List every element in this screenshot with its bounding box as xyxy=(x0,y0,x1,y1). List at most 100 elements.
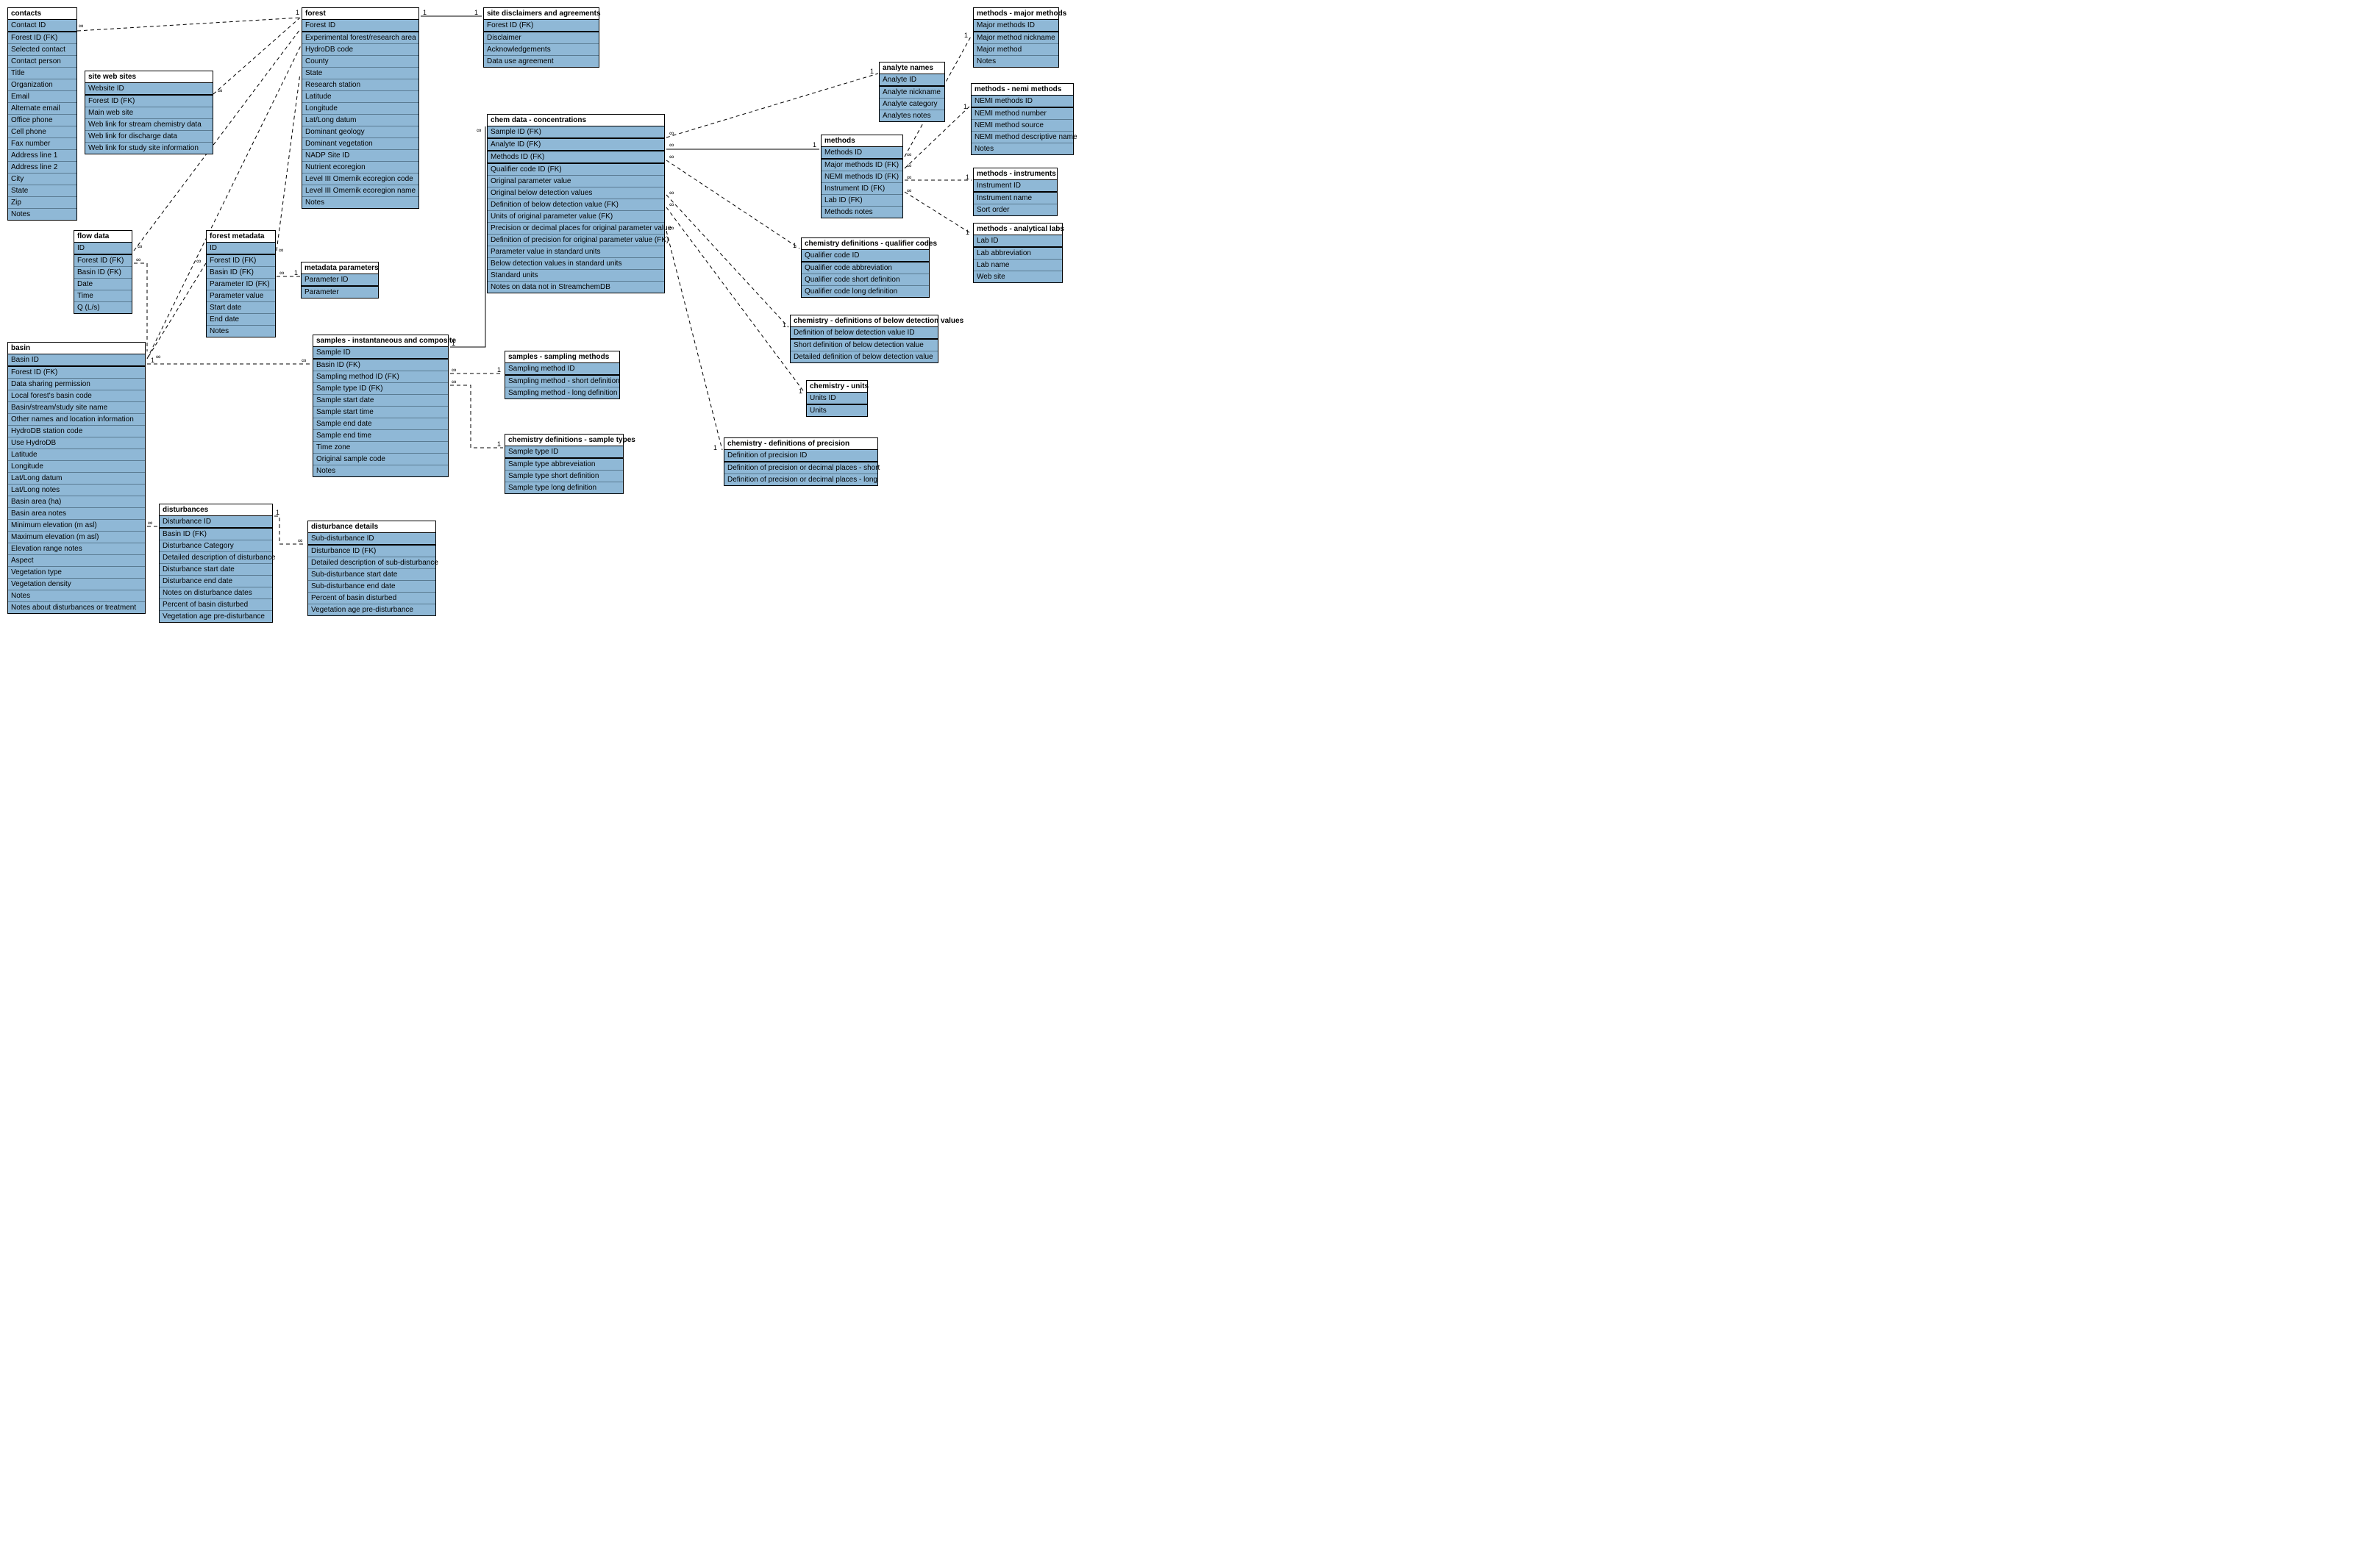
entity-title: forest metadata xyxy=(207,231,275,243)
cardinality-label: ∞ xyxy=(907,162,911,169)
entity-field: Elevation range notes xyxy=(8,543,145,555)
cardinality-label: ∞ xyxy=(669,201,674,208)
entity-field: Title xyxy=(8,68,76,79)
entity-field: Basin ID (FK) xyxy=(207,267,275,279)
entity-field: Dominant geology xyxy=(302,126,418,138)
entity-major_methods: methods - major methodsMajor methods IDM… xyxy=(973,7,1059,68)
entity-field: Basin area (ha) xyxy=(8,496,145,508)
entity-field: Sub-disturbance start date xyxy=(308,569,435,581)
entity-field: Start date xyxy=(207,302,275,314)
entity-pk-field: NEMI methods ID xyxy=(972,96,1073,108)
entity-field: Maximum elevation (m asl) xyxy=(8,532,145,543)
entity-field: Level III Omernik ecoregion code xyxy=(302,174,418,185)
entity-pk-field: Forest ID xyxy=(302,20,418,32)
entity-field: Lab ID (FK) xyxy=(822,195,902,207)
entity-field: Original parameter value xyxy=(488,176,664,187)
entity-field: End date xyxy=(207,314,275,326)
entity-field: Detailed definition of below detection v… xyxy=(791,351,938,362)
entity-title: forest xyxy=(302,8,418,20)
connector-line xyxy=(666,195,788,327)
entity-field: Notes xyxy=(974,56,1058,67)
entity-field: Data use agreement xyxy=(484,56,599,67)
cardinality-label: 1 xyxy=(294,269,298,276)
cardinality-label: 1 xyxy=(497,440,501,448)
entity-field: City xyxy=(8,174,76,185)
entity-field: Forest ID (FK) xyxy=(207,255,275,267)
entity-pk-field: Forest ID (FK) xyxy=(484,20,599,32)
entity-sampling_methods: samples - sampling methodsSampling metho… xyxy=(505,351,620,399)
connector-line xyxy=(277,74,300,251)
entity-field: Zip xyxy=(8,197,76,209)
entity-field: Web link for discharge data xyxy=(85,131,213,143)
entity-field: Notes xyxy=(313,465,448,476)
entity-field: Analyte nickname xyxy=(880,87,944,99)
entity-field: Percent of basin disturbed xyxy=(160,599,272,611)
cardinality-label: ∞ xyxy=(477,126,481,134)
entity-field: Sample type long definition xyxy=(505,482,623,493)
entity-field: Experimental forest/research area xyxy=(302,32,418,44)
entity-field: Detailed description of disturbance xyxy=(160,552,272,564)
cardinality-label: 1 xyxy=(799,387,802,395)
entity-field: Units xyxy=(807,405,867,416)
entity-title: chemistry - definitions of below detecti… xyxy=(791,315,938,327)
entity-field: Basin ID (FK) xyxy=(160,529,272,540)
entity-flow_data: flow dataIDForest ID (FK)Basin ID (FK)Da… xyxy=(74,230,132,314)
cardinality-label: ∞ xyxy=(669,141,674,149)
cardinality-label: 1 xyxy=(813,141,816,149)
cardinality-label: 1 xyxy=(870,68,874,75)
entity-units: chemistry - unitsUnits IDUnits xyxy=(806,380,868,417)
entity-field: Notes on disturbance dates xyxy=(160,587,272,599)
entity-field: Web site xyxy=(974,271,1062,282)
entity-contacts: contactsContact IDForest ID (FK)Selected… xyxy=(7,7,77,221)
entity-pk-field: Sample ID (FK) xyxy=(488,126,664,139)
entity-pk-field: Analyte ID xyxy=(880,74,944,87)
cardinality-label: ∞ xyxy=(302,357,306,364)
entity-pk-field: Sub-disturbance ID xyxy=(308,533,435,546)
entity-site_web_sites: site web sitesWebsite IDForest ID (FK)Ma… xyxy=(85,71,213,154)
entity-field: Standard units xyxy=(488,270,664,282)
cardinality-label: 1 xyxy=(276,509,279,516)
entity-field: Minimum elevation (m asl) xyxy=(8,520,145,532)
entity-field: State xyxy=(8,185,76,197)
entity-field: Notes about disturbances or treatment xyxy=(8,602,145,613)
entity-title: disturbances xyxy=(160,504,272,516)
cardinality-label: ∞ xyxy=(279,246,283,254)
entity-field: Sample type ID (FK) xyxy=(313,383,448,395)
entity-field: Data sharing permission xyxy=(8,379,145,390)
entity-field: Level III Omernik ecoregion name xyxy=(302,185,418,197)
entity-field: Forest ID (FK) xyxy=(8,367,145,379)
entity-field: HydroDB station code xyxy=(8,426,145,437)
entity-field: Instrument name xyxy=(974,193,1057,204)
cardinality-label: ∞ xyxy=(196,257,201,265)
entity-field: Qualifier code abbreviation xyxy=(802,262,929,274)
entity-title: metadata parameters xyxy=(302,262,378,274)
entity-field: Vegetation density xyxy=(8,579,145,590)
entity-field: Disturbance ID (FK) xyxy=(308,546,435,557)
entity-field: Analyte category xyxy=(880,99,944,110)
connector-line xyxy=(450,126,485,347)
entity-title: site disclaimers and agreements xyxy=(484,8,599,20)
erd-canvas: contactsContact IDForest ID (FK)Selected… xyxy=(0,0,1081,691)
entity-pk-field: Instrument ID xyxy=(974,180,1057,193)
entity-field: Notes xyxy=(8,590,145,602)
cardinality-label: ∞ xyxy=(452,366,456,374)
connector-line xyxy=(450,385,503,448)
entity-field: Definition of precision for original par… xyxy=(488,235,664,246)
entity-title: methods - instruments xyxy=(974,168,1057,180)
entity-field: Latitude xyxy=(8,449,145,461)
entity-pk-field: Parameter ID xyxy=(302,274,378,287)
cardinality-label: 1 xyxy=(296,9,299,16)
entity-field: State xyxy=(302,68,418,79)
entity-pk-field: Basin ID xyxy=(8,354,145,367)
entity-field: Sampling method ID (FK) xyxy=(313,371,448,383)
entity-field: Sample end date xyxy=(313,418,448,430)
entity-field: NEMI methods ID (FK) xyxy=(822,171,902,183)
entity-field: Original sample code xyxy=(313,454,448,465)
entity-field: Short definition of below detection valu… xyxy=(791,340,938,351)
entity-field: Notes on data not in StreamchemDB xyxy=(488,282,664,293)
entity-field: Units of original parameter value (FK) xyxy=(488,211,664,223)
entity-title: methods xyxy=(822,135,902,147)
entity-field: Disclaimer xyxy=(484,32,599,44)
entity-samples: samples - instantaneous and compositeSam… xyxy=(313,335,449,477)
entity-field: Sub-disturbance end date xyxy=(308,581,435,593)
